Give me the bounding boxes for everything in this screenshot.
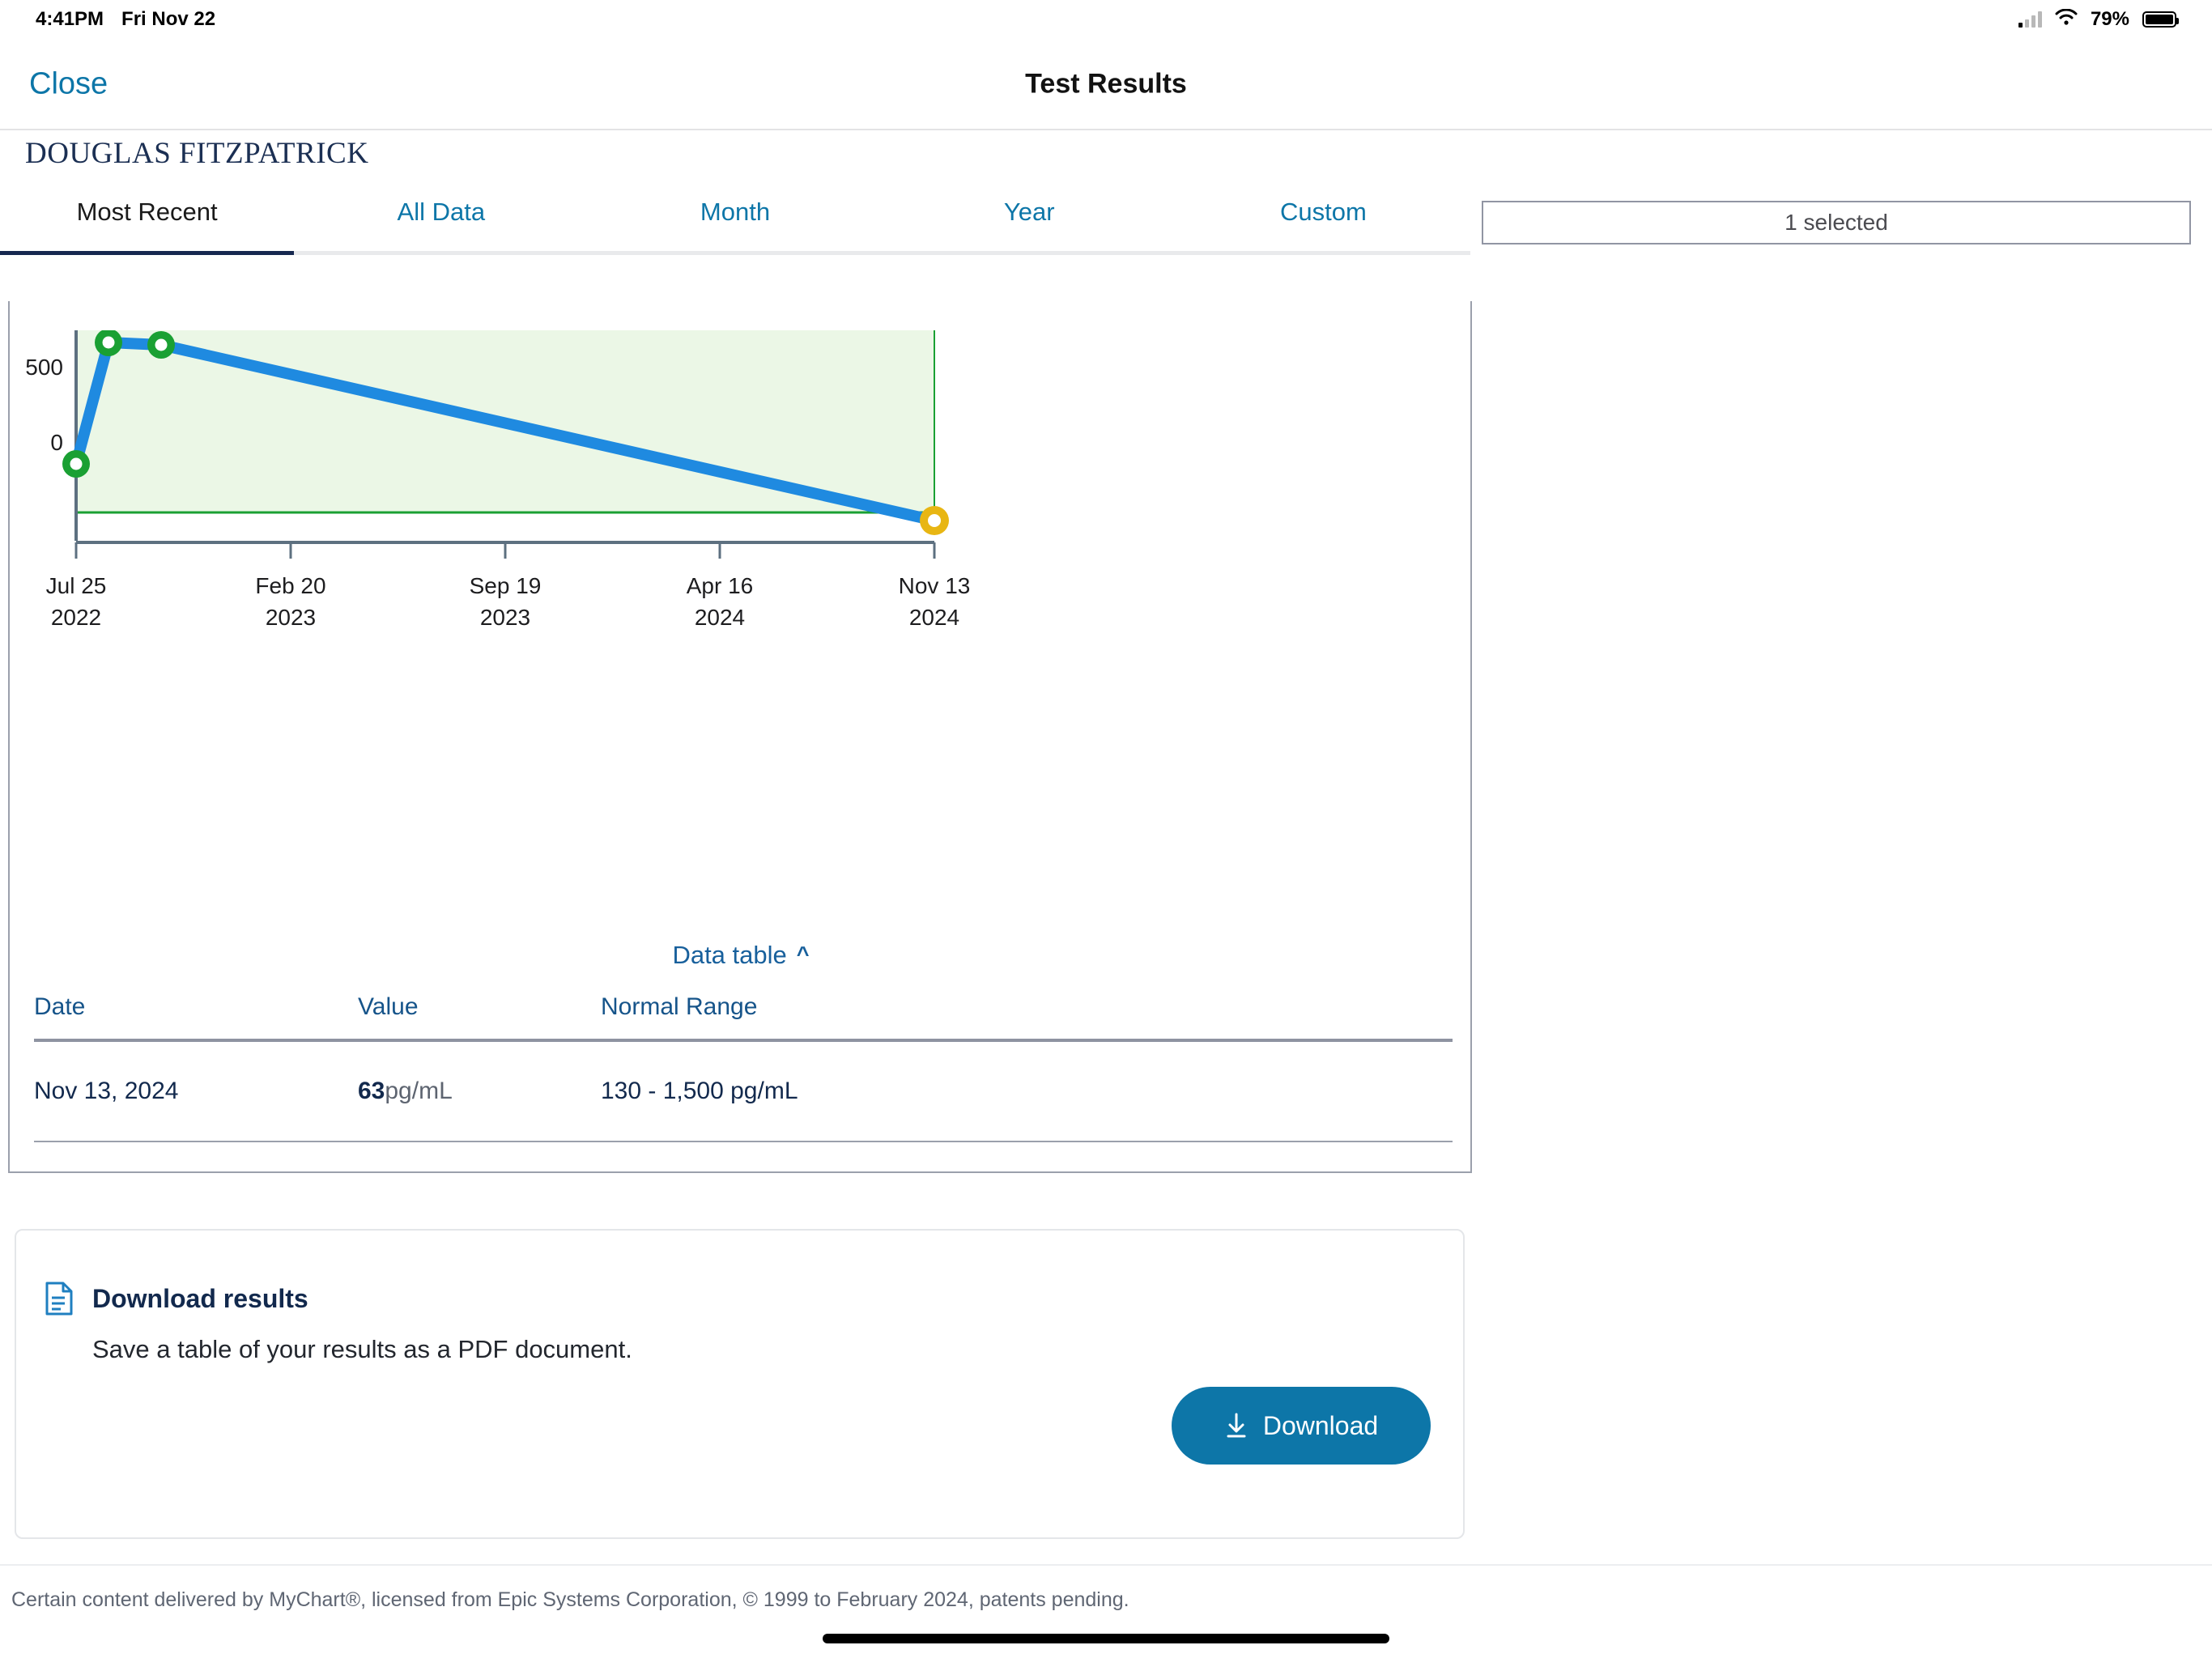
- chart-point-marker-abnormal: [920, 506, 949, 535]
- y-tick-label: 0: [50, 430, 63, 455]
- patient-name: DOUGLAS FITZPATRICK: [25, 137, 369, 170]
- home-indicator[interactable]: [823, 1634, 1389, 1643]
- document-icon: [45, 1282, 73, 1316]
- table-header: Date Value Normal Range: [34, 993, 1453, 1040]
- table-header-row: Date Value Normal Range: [34, 993, 1453, 1040]
- chart-point-marker: [147, 331, 175, 359]
- results-line-chart: 500 0 Jul 25 2022 Feb 20 2023 Sep 19 202…: [10, 330, 1470, 654]
- x-tick-label: Jul 25: [46, 573, 107, 598]
- data-table-toggle[interactable]: Data table ^: [10, 941, 1470, 970]
- cell-normal-range: 130 - 1,500 pg/mL: [601, 1040, 1453, 1142]
- download-button-label: Download: [1262, 1410, 1379, 1440]
- download-results-card: Download results Save a table of your re…: [15, 1229, 1465, 1539]
- status-bar-right: 79%: [2018, 8, 2179, 31]
- x-tick-label: 2024: [909, 605, 959, 630]
- download-button[interactable]: Download: [1172, 1387, 1431, 1465]
- cell-normal-range: 130 - 1,500 pg/mL: [601, 1141, 1453, 1171]
- table-row: Oct 12, 2022 762pg/mL 130 - 1,500 pg/mL: [34, 1141, 1453, 1171]
- chart-svg: 500 0 Jul 25 2022 Feb 20 2023 Sep 19 202…: [25, 330, 971, 630]
- x-tick-label: Nov 13: [899, 573, 971, 598]
- value-unit: pg/mL: [385, 1078, 453, 1104]
- cell-date: Oct 12, 2022: [34, 1141, 358, 1171]
- cell-value: 762pg/mL: [358, 1141, 601, 1171]
- status-bar: 4:41PM Fri Nov 22 79%: [0, 0, 2212, 39]
- column-header-normal-range: Normal Range: [601, 993, 758, 1020]
- status-time: 4:41PM: [36, 8, 104, 30]
- status-bar-left: 4:41PM Fri Nov 22: [36, 8, 215, 31]
- chevron-up-icon: ^: [796, 942, 810, 967]
- footer-legal-text: Certain content delivered by MyChart®, l…: [11, 1588, 1129, 1611]
- table-body: Nov 13, 2024 63pg/mL 130 - 1,500 pg/mL O…: [34, 1040, 1453, 1171]
- footer-divider: [0, 1564, 2212, 1566]
- results-data-table: Date Value Normal Range Nov 13, 2024 63p…: [34, 993, 1453, 1171]
- download-card-header: Download results: [45, 1282, 308, 1316]
- column-header-value: Value: [358, 993, 419, 1020]
- test-selector-dropdown[interactable]: 1 selected: [1482, 201, 2191, 244]
- x-tick-label: Feb 20: [255, 573, 325, 598]
- status-date: Fri Nov 22: [121, 8, 216, 30]
- x-tick-label: 2023: [266, 605, 316, 630]
- column-header-date: Date: [34, 993, 86, 1020]
- wifi-icon: [2055, 8, 2078, 31]
- x-tick-label: Apr 16: [687, 573, 754, 598]
- test-selector-value: 1 selected: [1784, 210, 1888, 235]
- value-number: 63: [358, 1078, 385, 1104]
- download-card-title: Download results: [92, 1283, 308, 1313]
- filter-tabs: Most Recent All Data Month Year Custom: [0, 194, 1470, 255]
- results-panel: 500 0 Jul 25 2022 Feb 20 2023 Sep 19 202…: [8, 301, 1472, 1173]
- tab-most-recent[interactable]: Most Recent: [0, 194, 295, 255]
- table-row: Nov 13, 2024 63pg/mL 130 - 1,500 pg/mL: [34, 1040, 1453, 1142]
- cell-date: Nov 13, 2024: [34, 1040, 358, 1142]
- x-tick-label: 2023: [480, 605, 530, 630]
- download-card-subtitle: Save a table of your results as a PDF do…: [92, 1335, 632, 1363]
- battery-percent-label: 79%: [2090, 8, 2129, 30]
- nav-bar: Close Test Results: [0, 39, 2212, 130]
- download-arrow-icon: [1224, 1413, 1249, 1439]
- cell-value: 63pg/mL: [358, 1040, 601, 1142]
- tab-custom[interactable]: Custom: [1176, 194, 1470, 251]
- x-tick-label: Sep 19: [470, 573, 542, 598]
- page-title: Test Results: [1025, 68, 1187, 99]
- tab-all-data[interactable]: All Data: [294, 194, 588, 251]
- y-tick-label: 500: [25, 355, 63, 380]
- cellular-signal-icon: [2018, 11, 2042, 28]
- x-tick-label: 2024: [695, 605, 745, 630]
- data-table-toggle-label: Data table: [672, 941, 787, 969]
- tab-year[interactable]: Year: [883, 194, 1176, 251]
- tab-month[interactable]: Month: [588, 194, 882, 251]
- battery-icon: [2142, 11, 2179, 28]
- x-tick-label: 2022: [51, 605, 101, 630]
- chart-point-marker: [62, 450, 90, 478]
